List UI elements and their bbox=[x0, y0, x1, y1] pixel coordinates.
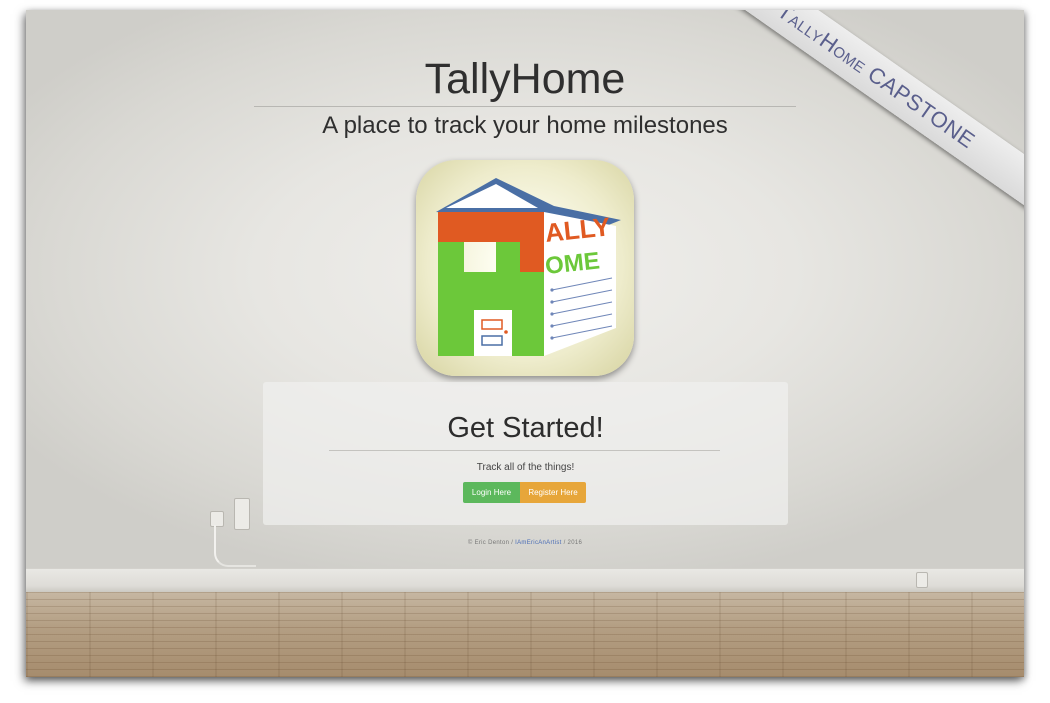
login-button[interactable]: Login Here bbox=[463, 482, 520, 503]
footer-copyright: © Eric Denton / bbox=[467, 540, 516, 546]
title-divider bbox=[254, 106, 796, 107]
footer-year: / 2016 bbox=[561, 540, 583, 546]
register-button[interactable]: Register Here bbox=[520, 482, 586, 503]
footer-author-link[interactable]: IAmEricAnArtist bbox=[515, 540, 562, 546]
browser-viewport: TallyHome A place to track your home mil… bbox=[26, 10, 1024, 677]
get-started-heading: Get Started! bbox=[447, 412, 604, 444]
tallyhome-logo: ALLY OME bbox=[416, 160, 634, 376]
get-started-divider bbox=[329, 450, 720, 451]
page-subtitle: A place to track your home milestones bbox=[322, 112, 728, 139]
footer: © Eric Denton / IAmEricAnArtist / 2016 bbox=[26, 538, 1024, 548]
floor-outlet bbox=[916, 572, 928, 588]
get-started-panel: Get Started! Track all of the things! Lo… bbox=[263, 382, 788, 525]
page-title: TallyHome bbox=[424, 55, 626, 103]
logo-letters-bottom: OME bbox=[544, 247, 601, 280]
background-floor bbox=[26, 592, 1024, 677]
background-baseboard bbox=[26, 568, 1024, 593]
get-started-tagline: Track all of the things! bbox=[476, 462, 575, 473]
tallyhome-logo-art: ALLY OME bbox=[436, 178, 621, 356]
